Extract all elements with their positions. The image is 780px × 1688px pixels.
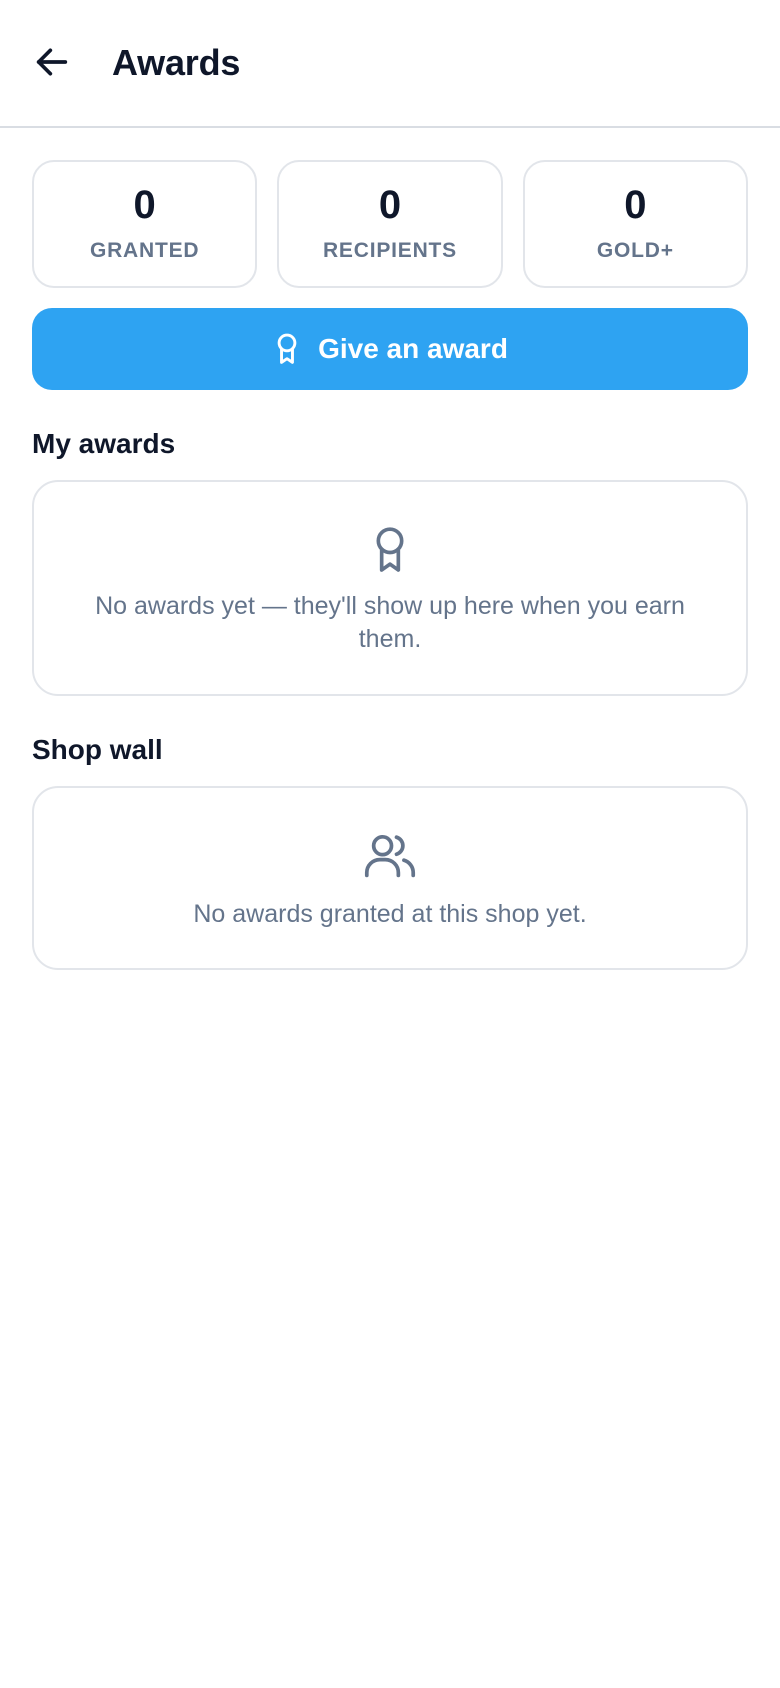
top-app-bar: Awards — [0, 0, 780, 128]
arrow-left-icon — [36, 48, 68, 76]
page-title: Awards — [112, 42, 241, 83]
give-award-button[interactable]: Give an award — [32, 308, 748, 390]
my-awards-empty-text: No awards yet — they'll show up here whe… — [95, 592, 685, 653]
stat-value: 0 — [378, 183, 402, 227]
stat-value: 0 — [133, 183, 156, 227]
my-awards-heading: My awards — [32, 428, 176, 459]
my-awards-empty-card: No awards yet — they'll show up here whe… — [32, 480, 748, 696]
shop-wall-empty-text: No awards granted at this shop yet. — [193, 900, 587, 928]
award-ribbon-icon — [277, 333, 297, 364]
stat-card-recipients: 0 RECIPIENTS — [277, 160, 503, 288]
shop-wall-empty-card: No awards granted at this shop yet. — [32, 786, 748, 970]
stat-value: 0 — [624, 183, 647, 227]
award-ribbon-icon — [376, 527, 404, 572]
stat-label: GRANTED — [89, 239, 200, 262]
users-icon — [364, 834, 416, 878]
stat-label: GOLD+ — [596, 239, 674, 262]
shop-wall-heading: Shop wall — [32, 734, 163, 765]
stats-row: 0 GRANTED 0 RECIPIENTS 0 GOLD+ — [32, 160, 748, 288]
back-button[interactable] — [28, 38, 76, 86]
stat-card-gold-plus: 0 GOLD+ — [522, 160, 748, 288]
give-award-label: Give an award — [318, 333, 508, 364]
stat-card-granted: 0 GRANTED — [32, 160, 258, 288]
stat-label: RECIPIENTS — [322, 239, 457, 262]
